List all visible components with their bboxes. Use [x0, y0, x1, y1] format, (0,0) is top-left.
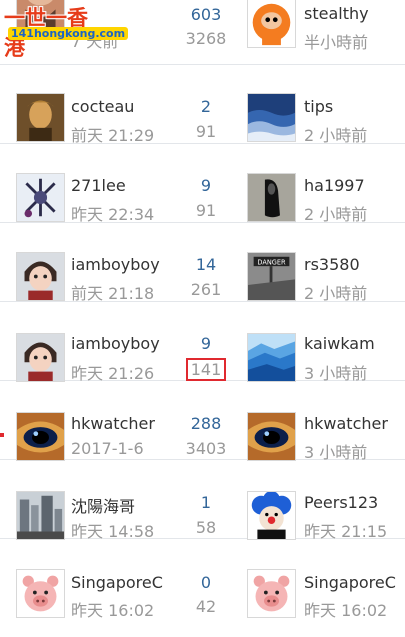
- reply-count[interactable]: 0: [175, 573, 237, 592]
- post-date: 前天 21:29: [71, 126, 155, 145]
- view-count: 141: [185, 358, 227, 381]
- kenny-cartoon-avatar-icon[interactable]: [247, 0, 296, 48]
- reply-count[interactable]: 2: [175, 97, 237, 116]
- author-link[interactable]: 沈陽海哥: [71, 493, 183, 517]
- author-link[interactable]: 271lee: [71, 176, 183, 195]
- last-poster-link[interactable]: Peers123: [304, 493, 405, 512]
- post-date: 2017-1-6: [71, 439, 144, 458]
- post-date: 昨天 22:34: [71, 205, 155, 224]
- gold-face-avatar-icon[interactable]: [16, 93, 65, 142]
- black-shoe-avatar-icon[interactable]: [247, 173, 296, 222]
- site-watermark: 一世一香港 141hongkong.com: [0, 0, 129, 60]
- last-poster-link[interactable]: kaiwkam: [304, 334, 405, 353]
- last-poster-link[interactable]: tips: [304, 97, 405, 116]
- pink-pig-avatar-icon[interactable]: [16, 569, 65, 618]
- blue-mountains-avatar-icon[interactable]: [247, 333, 296, 382]
- eye-avatar-icon[interactable]: [16, 412, 65, 461]
- city-street-avatar-icon[interactable]: [16, 491, 65, 540]
- post-date: 前天 21:18: [71, 284, 155, 303]
- view-count: 261: [190, 280, 222, 299]
- post-date: 昨天 16:02: [71, 601, 155, 620]
- view-count-highlighted: 141: [175, 358, 237, 381]
- table-row: cocteau 前天 21:29 2 91 tips 2 小時前: [0, 65, 405, 145]
- view-count: 3268: [185, 29, 227, 48]
- view-count: 91: [195, 122, 217, 141]
- reply-count[interactable]: 9: [175, 176, 237, 195]
- last-post-time: 半小時前: [304, 33, 369, 52]
- view-count: 58: [195, 518, 217, 537]
- author-link[interactable]: iamboyboy: [71, 255, 183, 274]
- view-count: 42: [195, 597, 217, 616]
- svg-text:DANGER: DANGER: [257, 258, 286, 266]
- left-edge-marker: [0, 433, 4, 437]
- author-link[interactable]: iamboyboy: [71, 334, 183, 353]
- pink-pig-avatar-icon[interactable]: [247, 569, 296, 618]
- author-link[interactable]: SingaporeC: [71, 573, 183, 592]
- table-row: iamboyboy 昨天 21:26 9 141 kaiwkam 3 小時前: [0, 302, 405, 383]
- last-poster-link[interactable]: rs3580: [304, 255, 405, 274]
- reply-count[interactable]: 14: [175, 255, 237, 274]
- author-link[interactable]: cocteau: [71, 97, 183, 116]
- last-poster-link[interactable]: hkwatcher: [304, 414, 405, 433]
- clown-avatar-icon[interactable]: [247, 491, 296, 540]
- view-count: 3403: [185, 439, 227, 458]
- table-row: 沈陽海哥 昨天 14:58 1 58 Peers123 昨天 21:15: [0, 460, 405, 541]
- reply-count[interactable]: 288: [175, 414, 237, 433]
- table-row: hkwatcher 2017-1-6 288 3403 hkwatcher 3 …: [0, 381, 405, 462]
- last-post-time: 2 小時前: [304, 126, 368, 145]
- last-poster-link[interactable]: stealthy: [304, 4, 405, 23]
- last-poster-link[interactable]: SingaporeC: [304, 573, 405, 592]
- watermark-url: 141hongkong.com: [8, 27, 129, 40]
- mech-figure-avatar-icon[interactable]: [16, 173, 65, 222]
- blue-water-avatar-icon[interactable]: [247, 93, 296, 142]
- anime-boy-avatar-icon[interactable]: [16, 252, 65, 301]
- anime-boy-avatar-icon[interactable]: [16, 333, 65, 382]
- last-poster-link[interactable]: ha1997: [304, 176, 405, 195]
- danger-sign-avatar-icon[interactable]: DANGER: [247, 252, 296, 301]
- eye-avatar-icon[interactable]: [247, 412, 296, 461]
- author-link[interactable]: hkwatcher: [71, 414, 183, 433]
- table-row: SingaporeC 昨天 16:02 0 42 SingaporeC 昨天 1…: [0, 539, 405, 620]
- table-row: 271lee 昨天 22:34 9 91 ha1997 2 小時前: [0, 144, 405, 224]
- last-post-time: 2 小時前: [304, 284, 368, 303]
- last-post-time: 2 小時前: [304, 205, 368, 224]
- thread-list: 7 天前 603 3268 stealthy 半小時前 cocteau 前天 2…: [0, 0, 405, 637]
- view-count: 91: [195, 201, 217, 220]
- reply-count[interactable]: 1: [175, 493, 237, 512]
- table-row: iamboyboy 前天 21:18 14 261 DANGER rs3580 …: [0, 223, 405, 303]
- last-post-time: 昨天 16:02: [304, 601, 388, 620]
- reply-count[interactable]: 603: [175, 5, 237, 24]
- reply-count[interactable]: 9: [175, 334, 237, 353]
